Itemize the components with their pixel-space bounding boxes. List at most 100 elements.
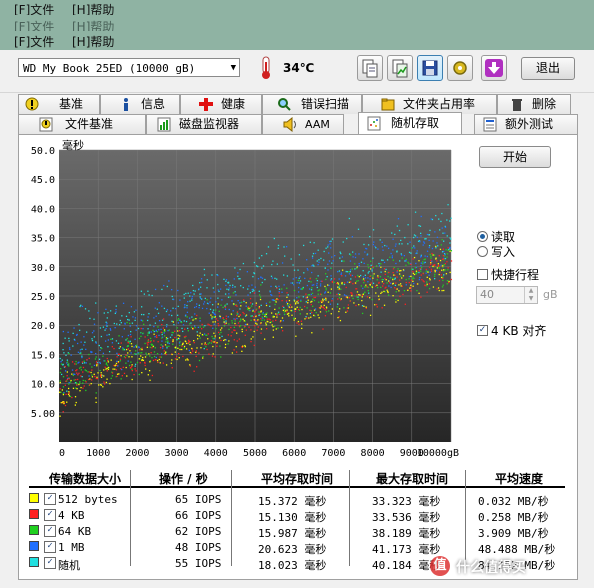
scatter-point <box>401 277 403 279</box>
scatter-point <box>163 307 166 310</box>
tab-extra-tests[interactable]: 额外测试 <box>474 114 578 134</box>
scatter-point <box>158 302 161 304</box>
scatter-point <box>304 305 306 308</box>
scatter-point <box>142 320 144 322</box>
scatter-point <box>381 281 384 283</box>
tab-random-access[interactable]: 随机存取 <box>358 112 462 134</box>
tab-error-scan[interactable]: 错误扫描 <box>262 94 362 114</box>
scatter-point <box>228 287 230 289</box>
series-checkbox[interactable]: ✓ <box>44 509 56 521</box>
scatter-point <box>277 244 280 247</box>
scatter-point <box>330 279 332 281</box>
menu-file[interactable]: [F]文件 <box>14 33 54 50</box>
scatter-point <box>288 312 290 314</box>
scatter-point <box>314 308 317 310</box>
tab-health[interactable]: 健康 <box>180 94 262 114</box>
scatter-point <box>190 292 192 294</box>
short-stroke-stepper[interactable]: 40 ▲ ▼ <box>476 286 538 304</box>
drive-select[interactable]: WD My Book 25ED (10000 gB) ▼ <box>18 58 240 77</box>
scatter-point <box>219 345 221 347</box>
scatter-point <box>351 295 353 297</box>
tab-aam[interactable]: AAM <box>262 114 344 134</box>
tab-file-benchmark[interactable]: 文件基准 <box>18 114 146 134</box>
scatter-point <box>68 395 71 397</box>
scatter-point <box>223 339 225 342</box>
save-icon <box>422 60 438 76</box>
series-checkbox[interactable]: ✓ <box>44 525 56 537</box>
scatter-point <box>163 329 166 331</box>
download-button[interactable] <box>481 55 507 81</box>
scatter-point <box>138 358 140 360</box>
scatter-point <box>59 415 61 417</box>
scatter-point <box>391 255 394 257</box>
scatter-point <box>382 283 385 285</box>
scatter-point <box>93 318 95 320</box>
scatter-point <box>439 248 442 251</box>
scatter-point <box>445 249 447 251</box>
copy-text-button[interactable] <box>357 55 383 81</box>
scatter-point <box>218 333 221 335</box>
scatter-point <box>166 285 168 288</box>
scatter-point <box>200 347 202 349</box>
copy-graph-button[interactable] <box>387 55 413 81</box>
exit-button[interactable]: 退出 <box>521 57 575 80</box>
menu-help[interactable]: [H]帮助 <box>72 33 114 50</box>
scatter-point <box>110 359 112 361</box>
scatter-point <box>397 268 399 270</box>
save-button[interactable] <box>417 55 443 81</box>
series-checkbox[interactable]: ✓ <box>44 493 56 505</box>
scatter-point <box>260 276 262 279</box>
watermark-text: 什么值得买 <box>456 560 526 576</box>
menu-file[interactable]: [F]文件 <box>14 18 54 31</box>
scatter-point <box>297 302 299 304</box>
scatter-point <box>366 296 369 298</box>
scatter-point <box>446 253 449 255</box>
scatter-point <box>65 393 67 396</box>
options-button[interactable] <box>447 55 473 81</box>
scatter-point <box>334 254 336 257</box>
scatter-point <box>354 276 357 278</box>
menu-help[interactable]: [H]帮助 <box>72 18 114 31</box>
scatter-point <box>64 337 66 339</box>
scatter-point <box>95 401 97 404</box>
read-radio[interactable] <box>477 231 488 242</box>
tab-erase[interactable]: 删除 <box>497 94 571 114</box>
scatter-point <box>179 344 181 347</box>
scatter-point <box>379 276 382 278</box>
scatter-point <box>73 373 75 375</box>
series-checkbox[interactable]: ✓ <box>44 557 56 569</box>
scatter-point <box>69 381 72 383</box>
scatter-point <box>426 284 428 287</box>
scatter-point <box>261 316 263 318</box>
header-max-access: 最大存取时间 <box>376 472 449 486</box>
scatter-point <box>333 281 335 283</box>
scatter-point <box>367 281 369 283</box>
scatter-point <box>271 263 273 266</box>
scatter-point <box>438 279 441 282</box>
scatter-point <box>438 255 440 257</box>
series-checkbox[interactable]: ✓ <box>44 541 56 553</box>
write-radio[interactable] <box>477 246 488 257</box>
scatter-point <box>127 352 129 354</box>
scatter-point <box>328 284 330 287</box>
start-button[interactable]: 开始 <box>479 146 551 168</box>
scatter-point <box>352 283 354 285</box>
scatter-point <box>116 356 118 358</box>
tab-folder-usage[interactable]: 文件夹占用率 <box>362 94 497 114</box>
align-4kb-checkbox[interactable]: ✓ <box>477 325 488 336</box>
scatter-point <box>68 337 70 340</box>
scatter-point <box>109 328 111 330</box>
scatter-point <box>89 317 91 320</box>
scatter-point <box>328 252 330 254</box>
scatter-point <box>296 300 298 303</box>
tab-disk-monitor[interactable]: 磁盘监视器 <box>146 114 262 134</box>
scatter-point <box>440 220 442 223</box>
scatter-point <box>161 337 163 339</box>
scatter-point <box>255 304 257 306</box>
scatter-point <box>146 342 148 344</box>
scatter-point <box>93 323 96 325</box>
scatter-point <box>428 246 430 249</box>
tab-info[interactable]: 信息 <box>100 94 180 114</box>
tab-benchmark[interactable]: 基准 <box>18 94 100 114</box>
short-stroke-checkbox[interactable] <box>477 269 488 280</box>
